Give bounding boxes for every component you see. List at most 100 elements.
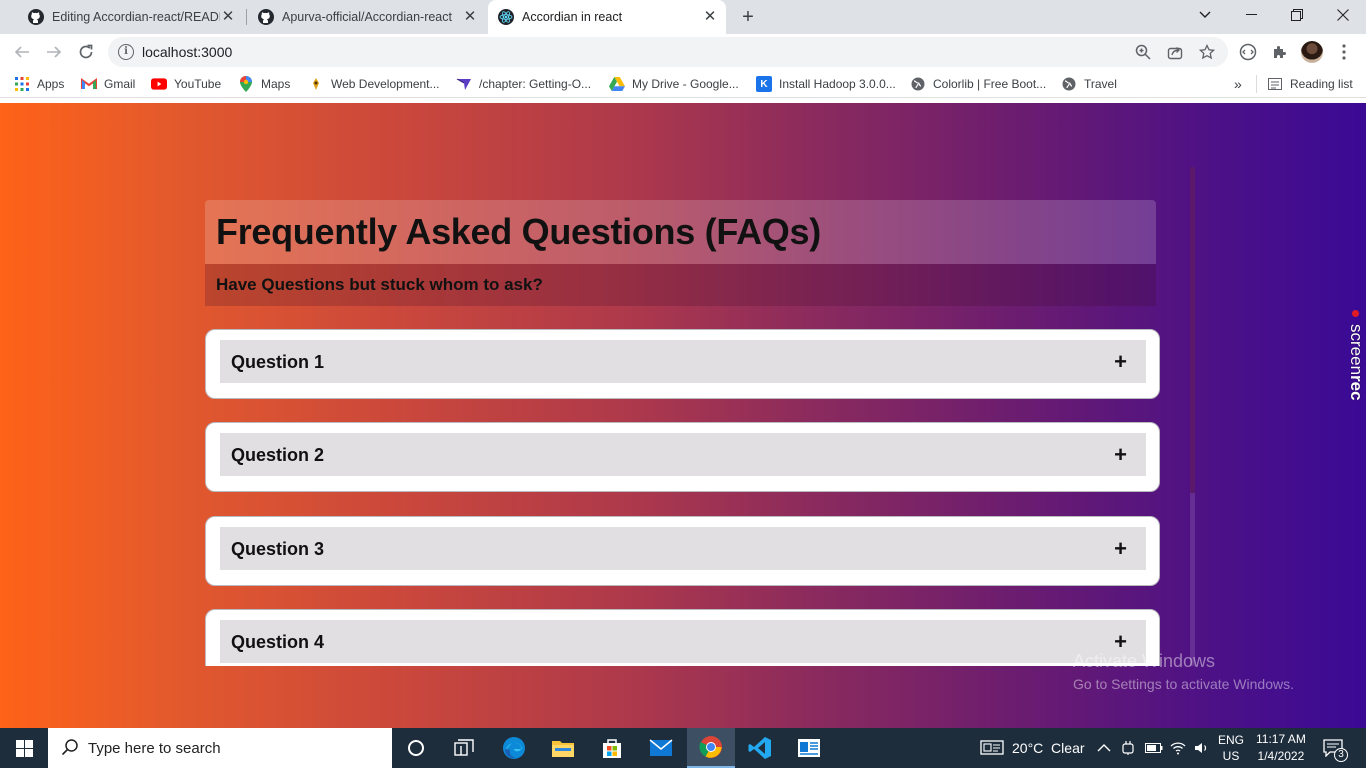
windows-taskbar: Type here to search 20°C Clear ENG US 11… <box>0 728 1366 768</box>
weather-widget[interactable]: 20°C Clear <box>980 728 1085 768</box>
bookmark-chapter-getting[interactable]: /chapter: Getting-O... <box>456 75 591 93</box>
scrollbar-thumb[interactable] <box>1190 167 1195 493</box>
chrome-browser-icon[interactable] <box>687 728 735 768</box>
microsoft-store-icon[interactable] <box>588 728 636 768</box>
back-arrow-icon[interactable] <box>10 40 34 64</box>
profile-avatar[interactable] <box>1301 41 1323 63</box>
faq-scrollbar[interactable] <box>1190 167 1195 666</box>
bookmark-gmail[interactable]: Gmail <box>81 75 135 93</box>
expand-plus-icon[interactable]: + <box>1114 349 1127 375</box>
bookmark-install-hadoop[interactable]: K Install Hadoop 3.0.0... <box>756 75 896 93</box>
show-hidden-icons-chevron-icon[interactable] <box>1097 728 1111 768</box>
bookmark-travel[interactable]: Travel <box>1061 75 1117 93</box>
extensions-puzzle-icon[interactable] <box>1269 41 1291 63</box>
reading-list-button[interactable]: Reading list <box>1256 75 1353 93</box>
mail-envelope-icon[interactable] <box>637 728 685 768</box>
close-icon[interactable]: ✕ <box>462 9 478 25</box>
wifi-icon[interactable] <box>1170 728 1186 768</box>
bookmark-label: YouTube <box>174 77 222 91</box>
file-explorer-folder-icon[interactable] <box>539 728 587 768</box>
expand-plus-icon[interactable]: + <box>1114 536 1127 562</box>
bookmark-label: Maps <box>261 77 291 91</box>
bookmark-favicon-icon <box>308 76 324 92</box>
zoom-icon[interactable] <box>1134 43 1152 61</box>
clock[interactable]: 11:17 AM 1/4/2022 <box>1256 728 1306 768</box>
close-icon[interactable]: ✕ <box>220 9 236 25</box>
tab-accordian-in-react[interactable]: Accordian in react ✕ <box>488 0 726 34</box>
expand-plus-icon[interactable]: + <box>1114 442 1127 468</box>
youtube-icon <box>151 76 167 92</box>
reading-list-icon <box>1267 76 1283 92</box>
screenrec-watermark: screenrec <box>1344 308 1366 408</box>
bookmark-label: Install Hadoop 3.0.0... <box>779 77 896 91</box>
windows-start-icon[interactable] <box>0 728 48 768</box>
site-info-icon[interactable]: i <box>118 44 134 60</box>
close-icon[interactable]: ✕ <box>702 9 718 25</box>
url-text: localhost:3000 <box>142 44 233 60</box>
vscode-icon[interactable] <box>736 728 784 768</box>
news-app-icon[interactable] <box>785 728 833 768</box>
globe-icon <box>1061 76 1077 92</box>
bookmark-maps[interactable]: Maps <box>238 75 290 93</box>
k-favicon-icon: K <box>756 76 772 92</box>
tab-title: Editing Accordian-react/READMI <box>52 10 220 24</box>
apps-grid-icon <box>14 76 30 92</box>
minimize-icon[interactable] <box>1228 0 1274 30</box>
google-drive-icon <box>609 76 625 92</box>
faq-header: Frequently Asked Questions (FAQs) <box>205 200 1156 264</box>
bookmark-my-drive[interactable]: My Drive - Google... <box>609 75 739 93</box>
activate-windows-watermark: Activate Windows Go to Settings to activ… <box>1073 651 1294 692</box>
notification-count-badge: 3 <box>1334 748 1348 762</box>
edge-browser-icon[interactable] <box>490 728 538 768</box>
bookmark-youtube[interactable]: YouTube <box>151 75 221 93</box>
network-device-icon[interactable] <box>1120 728 1136 768</box>
activate-windows-title: Activate Windows <box>1073 651 1216 671</box>
page-title: Frequently Asked Questions (FAQs) <box>216 211 821 252</box>
taskbar-search-input[interactable]: Type here to search <box>48 728 392 768</box>
faq-item-2: Question 2 + <box>205 422 1160 492</box>
new-tab-plus-icon[interactable]: + <box>737 6 759 28</box>
more-bookmarks-chevron-icon[interactable]: » <box>1234 75 1242 93</box>
volume-icon[interactable] <box>1194 728 1210 768</box>
maps-pin-icon <box>238 76 254 92</box>
weather-text: 20°C Clear <box>1012 740 1085 756</box>
faq-item-3: Question 3 + <box>205 516 1160 586</box>
notification-center-icon[interactable]: 3 <box>1323 728 1348 768</box>
input-language-indicator[interactable]: ENG US <box>1218 728 1244 768</box>
battery-icon[interactable] <box>1145 728 1163 768</box>
question-label: Question 1 <box>231 352 325 372</box>
address-bar[interactable]: i localhost:3000 <box>108 37 1228 67</box>
clock-time: 11:17 AM <box>1256 732 1306 746</box>
cortana-circle-icon[interactable] <box>392 728 440 768</box>
bookmark-label: Apps <box>37 77 65 91</box>
bookmark-web-development[interactable]: Web Development... <box>308 75 440 93</box>
tab-accordian-repo[interactable]: Apurva-official/Accordian-react ✕ <box>246 0 486 34</box>
close-window-icon[interactable] <box>1320 0 1366 30</box>
restore-icon[interactable] <box>1274 0 1320 30</box>
reload-icon[interactable] <box>74 40 98 64</box>
bookmark-star-icon[interactable] <box>1198 43 1216 61</box>
question-header[interactable]: Question 2 + <box>220 433 1146 476</box>
language-code: ENG <box>1218 733 1245 747</box>
bookmark-label: Travel <box>1084 77 1117 91</box>
share-icon[interactable] <box>1166 43 1184 61</box>
bookmark-label: My Drive - Google... <box>632 77 739 91</box>
question-header[interactable]: Question 1 + <box>220 340 1146 383</box>
question-label: Question 3 <box>231 539 325 559</box>
forward-arrow-icon[interactable] <box>42 40 66 64</box>
bookmark-apps[interactable]: Apps <box>14 75 64 93</box>
question-header[interactable]: Question 3 + <box>220 527 1146 570</box>
extension-icon[interactable] <box>1237 41 1259 63</box>
page-subtitle: Have Questions but stuck whom to ask? <box>216 275 543 294</box>
bookmark-colorlib[interactable]: Colorlib | Free Boot... <box>910 75 1046 93</box>
tab-editing-readme[interactable]: Editing Accordian-react/READMI ✕ <box>8 0 244 34</box>
bookmarks-bar: Apps Gmail YouTube Maps Web Development.… <box>0 70 1366 98</box>
question-header[interactable]: Question 4 + <box>220 620 1146 663</box>
bookmark-label: Colorlib | Free Boot... <box>933 77 1047 91</box>
task-view-icon[interactable] <box>440 728 488 768</box>
tab-search-chevron-icon[interactable] <box>1182 0 1228 30</box>
faq-container: Frequently Asked Questions (FAQs) Have Q… <box>205 199 1161 666</box>
bookmark-label: /chapter: Getting-O... <box>479 77 592 91</box>
menu-kebab-icon[interactable] <box>1333 41 1355 63</box>
tab-title: Apurva-official/Accordian-react <box>282 10 452 24</box>
